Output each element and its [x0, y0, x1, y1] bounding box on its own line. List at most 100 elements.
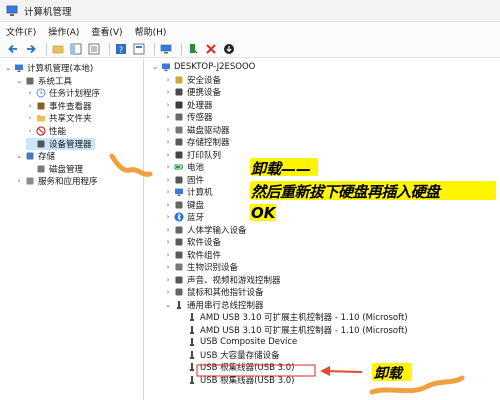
- cpu-icon: [175, 101, 183, 108]
- device-tree-item-row[interactable]: › 便携设备: [164, 86, 221, 98]
- device-tree-item-row[interactable]: › 软件设备: [164, 236, 221, 248]
- collapsed-chevron-icon[interactable]: ›: [164, 188, 172, 196]
- collapsed-chevron-icon[interactable]: ›: [164, 201, 172, 209]
- collapsed-chevron-icon[interactable]: ›: [26, 102, 34, 110]
- left-tree-item-row[interactable]: › 事件查看器: [26, 100, 92, 112]
- device-tree-item-label: 声音、视频和游戏控制器: [187, 275, 281, 286]
- collapsed-chevron-icon[interactable]: ›: [164, 176, 172, 184]
- no-icon: [36, 126, 46, 136]
- device-tree-item-row[interactable]: ⌄ 通用串行总线控制器: [164, 299, 264, 311]
- collapsed-chevron-icon[interactable]: ›: [164, 263, 172, 271]
- collapsed-chevron-icon[interactable]: ›: [164, 138, 172, 146]
- device-tree-item-row[interactable]: › 键盘: [164, 199, 204, 211]
- annotation-uninstall-small: 卸载: [374, 366, 402, 382]
- device-tree-item-row[interactable]: › 传感器: [164, 111, 213, 123]
- up-folder-button[interactable]: [51, 42, 65, 56]
- left-tree-item-row[interactable]: 磁盘管理: [26, 163, 83, 175]
- device-tree-item-row[interactable]: › 固件: [164, 174, 204, 186]
- device-tree-item-row[interactable]: AMD USB 3.10 可扩展主机控制器 - 1.10 (Microsoft): [177, 311, 408, 323]
- computer-manage-icon: [15, 64, 23, 72]
- device-tree-item-row[interactable]: ⌄ DESKTOP-J2ESOOO: [151, 61, 255, 73]
- device-tree-item-row[interactable]: › 处理器: [164, 99, 213, 111]
- device-tree-item-label: 固件: [187, 175, 205, 186]
- device-tree-item-row[interactable]: › 打印队列: [164, 149, 221, 161]
- enable-device-button[interactable]: [222, 42, 236, 56]
- list-button[interactable]: [87, 42, 101, 56]
- properties-button[interactable]: [132, 42, 146, 56]
- disk-icon: [37, 165, 45, 173]
- portable-icon: [175, 88, 183, 96]
- collapsed-chevron-icon[interactable]: ›: [164, 76, 172, 84]
- expanded-chevron-icon[interactable]: ⌄: [4, 64, 12, 72]
- update-driver-button[interactable]: [186, 42, 200, 56]
- toolbar-separator: [181, 42, 182, 55]
- device-tree-item-row[interactable]: USB 大容量存储设备: [177, 349, 280, 361]
- device-tree-item-label: 人体学输入设备: [187, 225, 247, 236]
- device-tree-item-row[interactable]: AMD USB 3.10 可扩展主机控制器 - 1.10 (Microsoft): [177, 324, 408, 336]
- update-driver-icon: [190, 43, 198, 53]
- menu-file[interactable]: 文件(F): [6, 25, 36, 38]
- left-tree-item-row[interactable]: › 任务计划程序: [26, 87, 100, 99]
- device-tree-item-row[interactable]: › 电池: [164, 161, 204, 173]
- left-tree-item-row[interactable]: 设备管理器: [26, 137, 95, 150]
- forward-button[interactable]: [24, 42, 38, 56]
- device-tree-item-row[interactable]: USB 根集线器(USB 3.0): [177, 361, 294, 373]
- device-tree-item-label: USB 大容量存储设备: [200, 350, 280, 361]
- device-tree-item-row[interactable]: USB Composite Device: [177, 336, 297, 348]
- collapsed-chevron-icon[interactable]: ›: [164, 113, 172, 121]
- device-tree-item-row[interactable]: › 磁盘驱动器: [164, 124, 230, 136]
- expanded-chevron-icon[interactable]: ⌄: [164, 301, 172, 309]
- software-device-icon: [175, 238, 183, 246]
- device-tree-item-row[interactable]: › 存储控制器: [164, 136, 230, 148]
- collapsed-chevron-icon[interactable]: ›: [164, 251, 172, 259]
- device-tree-item-row[interactable]: › 软件组件: [164, 249, 221, 261]
- left-tree-item-row[interactable]: ⌄ 存储: [15, 150, 55, 162]
- device-tree-item-row[interactable]: › 安全设备: [164, 74, 221, 86]
- left-tree-item-row[interactable]: ⌄ 计算机管理(本地): [4, 62, 93, 74]
- device-tree-item-row[interactable]: USB 根集线器(USB 3.0): [177, 374, 294, 386]
- expanded-chevron-icon[interactable]: ⌄: [151, 63, 159, 71]
- collapsed-chevron-icon[interactable]: ›: [26, 114, 34, 122]
- expanded-chevron-icon[interactable]: ⌄: [15, 77, 23, 85]
- collapsed-chevron-icon[interactable]: ›: [164, 213, 172, 221]
- left-tree-item-row[interactable]: › 服务和应用程序: [15, 175, 98, 187]
- collapsed-chevron-icon[interactable]: ›: [164, 163, 172, 171]
- help-button[interactable]: ?: [114, 42, 128, 56]
- battery-icon: [174, 164, 183, 170]
- collapsed-chevron-icon[interactable]: ›: [26, 89, 34, 97]
- collapsed-chevron-icon[interactable]: ›: [164, 126, 172, 134]
- uninstall-device-button[interactable]: [204, 42, 218, 56]
- svg-text:?: ?: [119, 45, 123, 54]
- device-tree-item-label: 通用串行总线控制器: [187, 300, 264, 311]
- collapsed-chevron-icon[interactable]: ›: [15, 177, 23, 185]
- collapsed-chevron-icon[interactable]: ›: [164, 151, 172, 159]
- left-tree-item-row[interactable]: › 共享文件夹: [26, 112, 92, 124]
- collapsed-chevron-icon[interactable]: ›: [164, 288, 172, 296]
- collapsed-chevron-icon[interactable]: ›: [164, 88, 172, 96]
- back-button[interactable]: [6, 42, 20, 56]
- menu-action[interactable]: 操作(A): [48, 25, 79, 38]
- device-tree-item-label: 处理器: [187, 100, 213, 111]
- expanded-chevron-icon[interactable]: ⌄: [15, 152, 23, 160]
- device-tree-item-row[interactable]: › 声音、视频和游戏控制器: [164, 274, 281, 286]
- device-tree-item-row[interactable]: › 人体学输入设备: [164, 224, 247, 236]
- scan-hardware-button[interactable]: [159, 42, 173, 56]
- collapsed-chevron-icon[interactable]: ›: [26, 127, 34, 135]
- properties-icon: [133, 43, 145, 54]
- left-tree-item-label: 任务计划程序: [49, 89, 101, 100]
- collapsed-chevron-icon[interactable]: ›: [164, 226, 172, 234]
- device-tree-item-row[interactable]: › 生物识别设备: [164, 261, 238, 273]
- collapsed-chevron-icon[interactable]: ›: [164, 238, 172, 246]
- back-arrow-icon: [8, 44, 17, 53]
- menu-view[interactable]: 查看(V): [91, 25, 122, 38]
- collapsed-chevron-icon[interactable]: ›: [164, 101, 172, 109]
- collapsed-chevron-icon[interactable]: ›: [164, 276, 172, 284]
- left-tree-item-row[interactable]: › 性能: [26, 125, 66, 137]
- device-tree-item-row[interactable]: › 蓝牙: [164, 211, 204, 223]
- device-tree-item-row[interactable]: › 鼠标和其他指针设备: [164, 286, 264, 298]
- annotation-instruction: 然后重新拔下硬盘再插入硬盘: [251, 183, 440, 201]
- menu-help[interactable]: 帮助(H): [135, 25, 167, 38]
- device-tree-item-row[interactable]: › 计算机: [164, 186, 213, 198]
- left-tree-item-row[interactable]: ⌄ 系统工具: [15, 75, 72, 87]
- show-hide-tree-button[interactable]: [69, 42, 83, 56]
